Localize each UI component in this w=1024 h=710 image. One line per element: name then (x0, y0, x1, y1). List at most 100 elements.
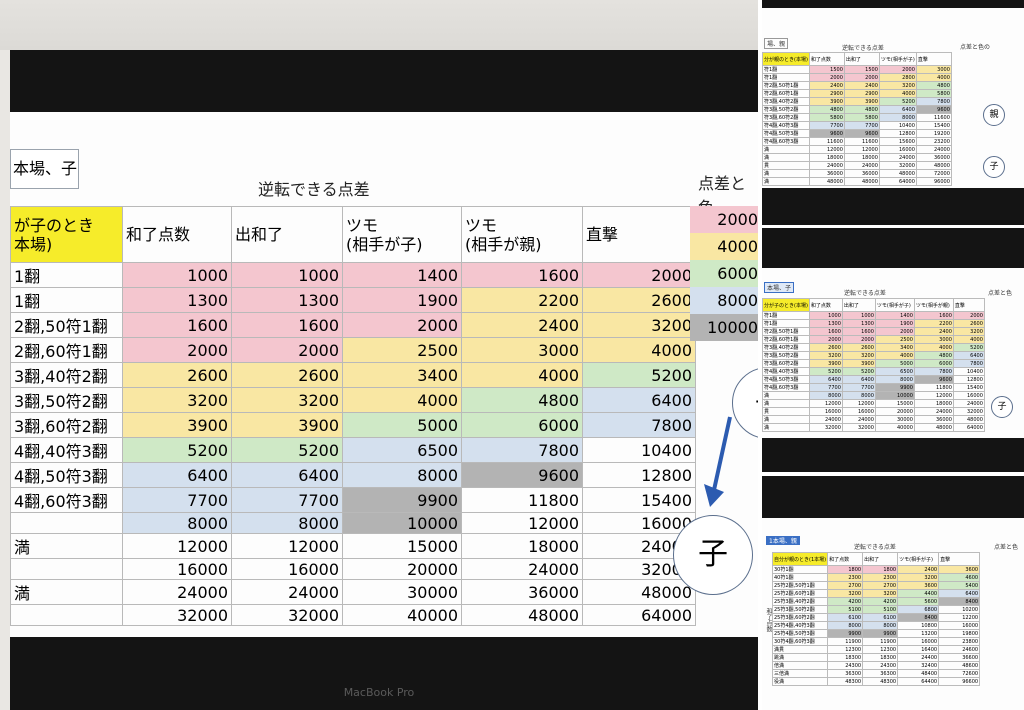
header-cell: ツモ (相手が子) (342, 206, 462, 263)
score-cell: 12000 (461, 512, 583, 534)
mini-cell: 符3翻,50符2翻 (762, 351, 810, 360)
mini-cell: 5100 (827, 605, 864, 614)
row-label: 満 (10, 533, 123, 559)
mini-cell: 2300 (827, 573, 864, 582)
mini-cell: 13200 (897, 629, 940, 638)
score-cell: 3200 (582, 312, 696, 338)
mini-cell: 4200 (862, 597, 899, 606)
mini-row: 25符3翻,50符2翻 5100 5100 6800 10200 (771, 605, 981, 614)
mini-cell: 3200 (878, 81, 917, 90)
mini-cell: 7700 (841, 383, 876, 392)
mini-cell: 2600 (841, 343, 876, 352)
mini-cell: 5200 (808, 367, 843, 376)
mini-cell: 8000 (841, 391, 876, 400)
score-cell: 7700 (231, 487, 343, 513)
mini-cell: 25符4翻,50符3翻 (771, 629, 829, 638)
mini-cell: 2700 (862, 581, 899, 590)
score-cell: 11800 (461, 487, 583, 513)
mini-cell: 36000 (913, 415, 954, 424)
header-cell: 出和了 (231, 206, 343, 263)
mini-cell: 1300 (841, 319, 876, 328)
row-label (10, 558, 123, 580)
header-cell: が子のとき 本場) (10, 206, 123, 263)
mini-cell: 12000 (913, 391, 954, 400)
score-cell: 4800 (461, 387, 583, 413)
score-cell: 2600 (122, 362, 232, 388)
mini-cell: 5200 (841, 367, 876, 376)
row-label (10, 604, 123, 626)
mini-cell: 64000 (878, 177, 917, 186)
mini-cell: 12200 (938, 613, 981, 622)
mini-cell: 4800 (843, 105, 880, 114)
mini-cell: 8000 (874, 375, 915, 384)
mini-cell: 36600 (938, 653, 981, 662)
mini-row: 三倍満 36300 36300 48400 72600 (771, 669, 981, 678)
score-cell: 16000 (122, 558, 232, 580)
mini-cell: 2500 (874, 335, 915, 344)
mini-cell: 15400 (915, 121, 952, 130)
mini-cell: 2600 (952, 319, 985, 328)
mini-cell: 25符3翻,60符2翻 (771, 613, 829, 622)
thumb2-table: 分が子のとき(本場) 和了点数 出和了 ツモ(相手が子) ツモ(相手が親) 直撃 符1翻 10… (762, 298, 985, 432)
mini-cell: 3200 (841, 351, 876, 360)
table-row: 1翻 1300 1300 1900 2200 2600 (10, 287, 696, 313)
mini-cell: 6400 (841, 375, 876, 384)
mini-cell: 符4翻,60符3翻 (762, 383, 810, 392)
mini-cell: 18000 (808, 153, 845, 162)
mini-header-cell: 出和了 (843, 52, 880, 66)
mini-header-cell: ツモ(相手が子) (878, 52, 917, 66)
mini-cell: 2400 (913, 327, 954, 336)
score-cell: 3200 (122, 387, 232, 413)
mini-cell: 符1翻 (762, 311, 810, 320)
desk-background (0, 0, 758, 50)
row-label: 4翻,40符3翻 (10, 437, 123, 463)
thumb3-label: 1本場、親 (766, 536, 800, 545)
mini-cell: 32000 (878, 161, 917, 170)
mini-cell: 4600 (938, 573, 981, 582)
mini-cell: 6500 (874, 367, 915, 376)
mini-row: 25符4翻,40符3翻 8000 8000 10800 16000 (771, 621, 981, 630)
score-cell: 12800 (582, 462, 696, 488)
mini-cell: 72600 (938, 669, 981, 678)
score-cell: 1600 (122, 312, 232, 338)
score-table: が子のとき 本場) 和了点数 出和了 ツモ (相手が子) ツモ (相手が親) 直撃 1翻 10… (10, 206, 696, 626)
score-cell: 4000 (461, 362, 583, 388)
main-photo: 本場、子 逆転できる点差 点差と色 が子のとき 本場)和了点数出和了ツモ (相手… (0, 0, 758, 710)
mini-cell: 16000 (841, 407, 876, 416)
score-cell: 3900 (122, 412, 232, 438)
mini-cell: 7700 (808, 383, 843, 392)
table-row: 2翻,60符1翻 2000 2000 2500 3000 4000 (10, 337, 696, 363)
mini-cell: 2000 (874, 327, 915, 336)
mini-cell: 12300 (827, 645, 864, 654)
score-cell: 8000 (342, 462, 462, 488)
score-cell: 8000 (231, 512, 343, 534)
mini-row: 満貫 12300 12300 16400 24600 (771, 645, 981, 654)
table-header-row: が子のとき 本場) 和了点数 出和了 ツモ (相手が子) ツモ (相手が親) 直撃 (10, 206, 696, 263)
table-row: 3翻,40符2翻 2600 2600 3400 4000 5200 (10, 362, 696, 388)
mini-cell: 1800 (827, 565, 864, 574)
score-cell: 16000 (582, 512, 696, 534)
mini-cell: 2800 (878, 73, 917, 82)
mini-cell: 12800 (878, 129, 917, 138)
mini-row: 符4翻,40符3翻 7700 7700 10400 15400 (762, 121, 952, 130)
score-cell: 6400 (231, 462, 343, 488)
mini-cell: 24300 (862, 661, 899, 670)
mini-cell: 満 (762, 153, 810, 162)
mini-cell: 5200 (878, 97, 917, 106)
score-cell: 6400 (582, 387, 696, 413)
laptop-screen: 本場、子 逆転できる点差 点差と色 が子のとき 本場)和了点数出和了ツモ (相手… (10, 112, 758, 637)
mini-header-cell: ツモ(相手が子) (874, 298, 915, 312)
mini-row: 満 32000 32000 40000 48000 64000 (762, 423, 985, 432)
mini-cell: 1000 (841, 311, 876, 320)
mini-cell: 5800 (843, 113, 880, 122)
score-cell: 2600 (582, 287, 696, 313)
score-cell: 16000 (231, 558, 343, 580)
mini-cell: 満 (762, 399, 810, 408)
mini-cell: 符2翻,60符1翻 (762, 89, 810, 98)
mini-cell: 3900 (808, 97, 845, 106)
mini-cell: 36000 (808, 169, 845, 178)
mini-cell: 9600 (808, 129, 845, 138)
mini-cell: 2000 (841, 335, 876, 344)
mini-cell: 7700 (808, 121, 845, 130)
mini-cell: 11800 (913, 383, 954, 392)
